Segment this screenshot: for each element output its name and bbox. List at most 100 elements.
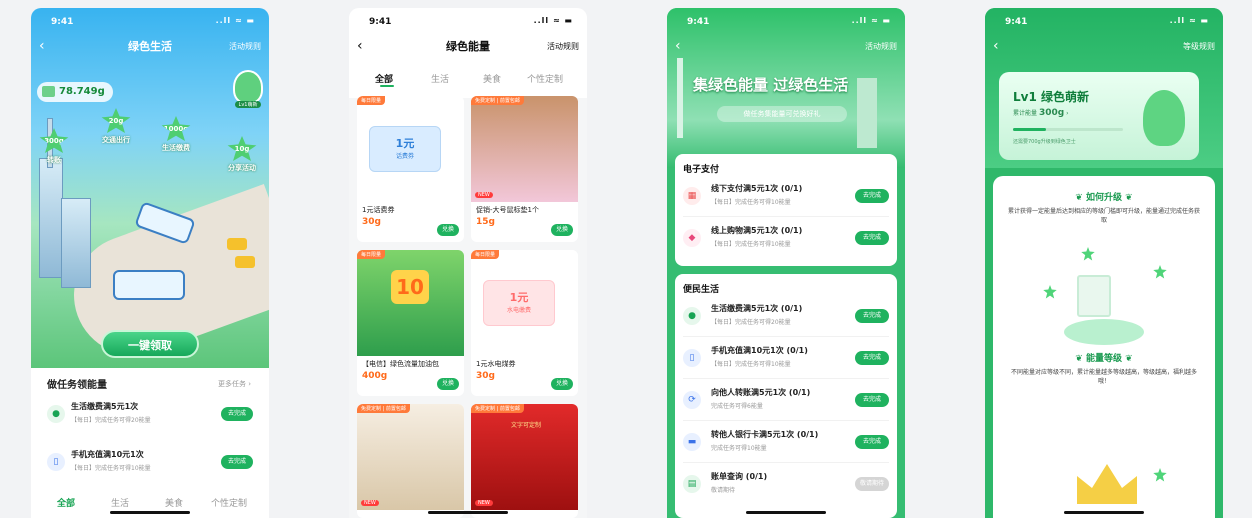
- accumulated-label: 累计能量: [1013, 110, 1038, 117]
- home-indicator: [110, 511, 190, 514]
- bubble-label: 转账: [47, 156, 61, 164]
- do-task-button[interactable]: 去完成: [221, 455, 253, 469]
- product-card[interactable]: 每日限量 1元 水电缴费 1元水电煤券 30g 兑换: [471, 250, 578, 396]
- task-sub: 完成任务可得6能量: [711, 403, 763, 410]
- star-icon: [1153, 265, 1167, 279]
- back-icon[interactable]: ‹: [39, 38, 45, 54]
- rules-link[interactable]: 活动规则: [865, 41, 897, 52]
- energy-star-icon: 1000g: [161, 116, 191, 141]
- tab-all[interactable]: 全部: [375, 72, 393, 85]
- book-graphic: [1077, 275, 1111, 317]
- do-task-button[interactable]: 去完成: [855, 231, 889, 245]
- platform-graphic: [1064, 319, 1144, 345]
- star-icon: [1153, 468, 1167, 482]
- tab-custom[interactable]: 个性定制: [527, 72, 563, 85]
- energy-bubble[interactable]: 300g 转账: [39, 128, 69, 165]
- coupon-amount: 1元: [509, 291, 529, 304]
- leaf-icon: ❦: [1075, 193, 1083, 203]
- redeem-button[interactable]: 兑换: [551, 378, 573, 390]
- product-image: 免费定制 | 前置包邮 NEW: [471, 96, 578, 202]
- product-card[interactable]: 免费定制 | 前置包邮 NEW 促销-大号鼠标垫1个 15g 兑换: [471, 96, 578, 242]
- new-badge: NEW: [475, 500, 493, 506]
- product-image: 每日限量 1元 话费券: [357, 96, 464, 202]
- coupon-graphic: 1元话费券: [369, 126, 441, 172]
- crown-illustration: [1077, 464, 1137, 504]
- level-title-text: 能量等级: [1085, 354, 1122, 364]
- tab-life[interactable]: 生活: [431, 72, 449, 85]
- city-scene: [31, 8, 269, 373]
- task-sub: 【每日】完成任务可得20能量: [711, 319, 791, 326]
- task-name: 手机充值满10元1次: [71, 450, 144, 459]
- do-task-button[interactable]: 去完成: [855, 309, 889, 323]
- signal-wifi-battery-icon: ..ll ≈ ▬: [1169, 16, 1209, 25]
- do-task-button[interactable]: 去完成: [855, 435, 889, 449]
- redeem-button[interactable]: 兑换: [437, 224, 459, 236]
- claim-all-button[interactable]: 一键领取: [101, 330, 199, 358]
- status-bar: 9:41 ..ll ≈ ▬: [31, 8, 269, 32]
- product-card[interactable]: 免费定制 | 前置包邮 NEW: [357, 404, 464, 518]
- energy-bubble[interactable]: 10g 分享活动: [227, 136, 257, 173]
- back-icon[interactable]: ‹: [357, 38, 363, 54]
- back-icon[interactable]: ‹: [993, 38, 999, 54]
- task-row: ▬ 转他人银行卡满5元1次 (0/1) 完成任务可得10能量 去完成: [683, 421, 889, 463]
- coupon-amount: 1元: [395, 137, 415, 150]
- energy-bubble[interactable]: 20g 交通出行: [101, 108, 131, 145]
- section-e-payment: 电子支付 ▦ 线下支付满5元1次 (0/1) 【每日】完成任务可得10能量 去完…: [675, 154, 897, 266]
- status-bar: 9:41 ..ll ≈ ▬: [667, 8, 905, 32]
- rules-link[interactable]: 活动规则: [547, 41, 579, 52]
- do-task-button[interactable]: 去完成: [855, 393, 889, 407]
- product-name: 【电信】绿色流量加油包: [362, 360, 439, 368]
- leaf-icon: ❦: [1075, 354, 1083, 364]
- coupon-graphic: 1元 水电缴费: [483, 280, 555, 326]
- do-task-button[interactable]: 去完成: [855, 351, 889, 365]
- product-card[interactable]: 每日限量 1元 话费券 1元话费券 30g 兑换: [357, 96, 464, 242]
- more-tasks-link[interactable]: 更多任务 ›: [218, 379, 251, 389]
- mascot-avatar[interactable]: Lv1萌新: [233, 70, 263, 108]
- product-name: 1元水电煤券: [476, 360, 516, 368]
- product-name: 促销-大号鼠标垫1个: [476, 206, 539, 214]
- product-card[interactable]: 每日限量 10 【电信】绿色流量加油包 400g 兑换: [357, 250, 464, 396]
- bubble-label: 分享活动: [228, 164, 256, 172]
- task-sub: 【每日】完成任务可得10能量: [711, 199, 791, 206]
- redeem-button[interactable]: 兑换: [437, 378, 459, 390]
- do-task-button[interactable]: 去完成: [855, 189, 889, 203]
- task-sub: 敬请期待: [711, 487, 736, 494]
- level-rules-link[interactable]: 等级规则: [1183, 41, 1215, 52]
- tab-custom[interactable]: 个性定制: [211, 496, 247, 509]
- new-badge: NEW: [361, 500, 379, 506]
- product-tag: 每日限量: [471, 250, 500, 259]
- tab-food[interactable]: 美食: [483, 72, 501, 85]
- task-row: ▯ 手机充值满10元1次 (0/1) 【每日】完成任务可得10能量 去完成: [683, 337, 889, 379]
- page-title: 绿色生活: [128, 40, 172, 53]
- do-task-button[interactable]: 去完成: [221, 407, 253, 421]
- bill-icon: ▤: [683, 475, 701, 493]
- store-icon: ▦: [683, 187, 701, 205]
- task-row: ● 生活缴费满5元1次 【每日】完成任务可得20能量 去完成: [47, 397, 253, 439]
- tab-life[interactable]: 生活: [111, 496, 129, 509]
- task-name: 线下支付满5元1次 (0/1): [711, 184, 803, 193]
- redeem-button[interactable]: 兑换: [551, 224, 573, 236]
- coupon-type: 话费券: [395, 153, 414, 160]
- tab-all[interactable]: 全部: [57, 496, 75, 509]
- product-image: 每日限量 10: [357, 250, 464, 356]
- nav-bar: ‹ 绿色能量 活动规则: [349, 38, 587, 60]
- rules-link[interactable]: 活动规则: [229, 41, 261, 52]
- energy-balance[interactable]: 78.749g: [37, 82, 113, 102]
- tab-food[interactable]: 美食: [165, 496, 183, 509]
- product-card[interactable]: 免费定制 | 前置包邮 文字可定制 NEW: [471, 404, 578, 518]
- energy-icon: [42, 86, 55, 97]
- product-image: 免费定制 | 前置包邮 文字可定制 NEW: [471, 404, 578, 510]
- task-name: 生活缴费满5元1次 (0/1): [711, 304, 803, 313]
- energy-value: 78.749g: [59, 86, 105, 97]
- nav-bar: ‹ 活动规则: [667, 38, 905, 60]
- energy-bubble[interactable]: 1000g 生活缴费: [161, 116, 191, 153]
- home-indicator: [1064, 511, 1144, 514]
- bubble-amount: 10g: [234, 145, 250, 153]
- task-name: 向他人转账满5元1次 (0/1): [711, 388, 811, 397]
- new-badge: NEW: [475, 192, 493, 198]
- product-image: 免费定制 | 前置包邮 NEW: [357, 404, 464, 510]
- back-icon[interactable]: ‹: [675, 38, 681, 54]
- custom-text-label: 文字可定制: [511, 422, 542, 429]
- section-convenience: 便民生活 ● 生活缴费满5元1次 (0/1) 【每日】完成任务可得20能量 去完…: [675, 274, 897, 518]
- water-drop-icon: ●: [683, 307, 701, 325]
